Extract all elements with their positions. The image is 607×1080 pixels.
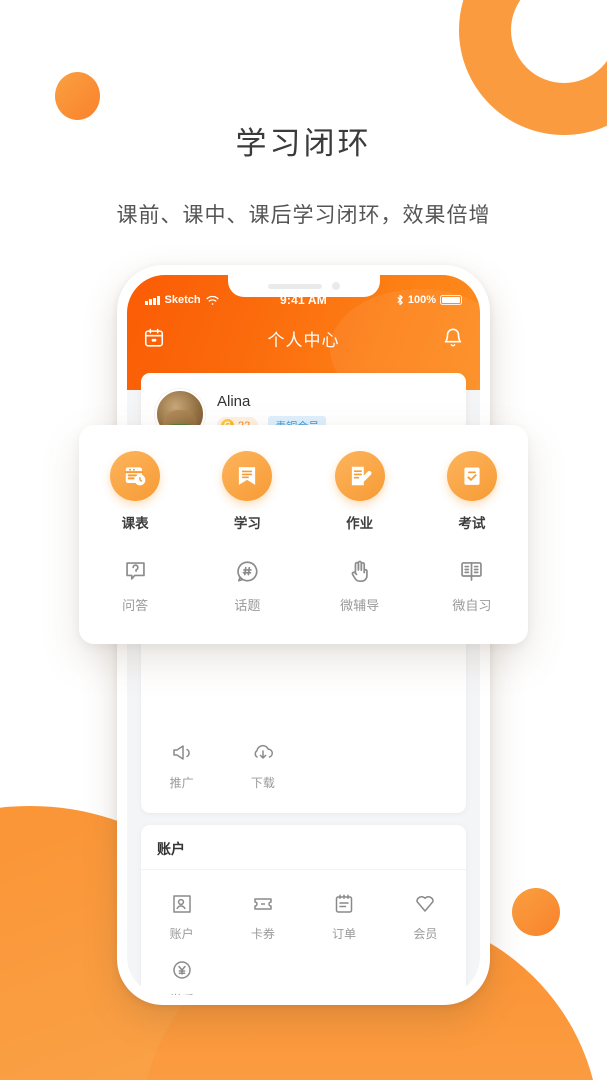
phone-notch — [227, 275, 380, 297]
grid-spacer — [385, 733, 466, 799]
feature-item-label: 课表 — [121, 516, 149, 531]
nav-bar: 个人中心 — [127, 315, 480, 361]
feature-item-label: 问答 — [122, 598, 149, 613]
user-box-icon — [172, 895, 191, 913]
ticket-icon — [254, 898, 272, 910]
feature-item-label: 微自习 — [452, 598, 492, 613]
user-name: Alina — [217, 392, 251, 410]
grid-item-orders[interactable]: 订单 — [304, 884, 385, 950]
grid-item-coupons[interactable]: 卡券 — [222, 884, 303, 950]
feature-item-label: 作业 — [346, 516, 374, 531]
battery-icon — [440, 295, 462, 305]
diamond-icon — [416, 896, 435, 912]
calendar-icon[interactable] — [143, 327, 165, 349]
feature-popup-card: 课表 学习 作业 考试 问答 话题 微辅导 微自习 — [79, 425, 528, 644]
account-panel-title: 账户 — [141, 825, 466, 870]
feature-item-study[interactable]: 学习 — [191, 451, 303, 532]
grid-item-label: 卡券 — [250, 927, 275, 941]
signal-bars-icon — [145, 295, 160, 305]
wifi-icon — [206, 295, 219, 305]
feature-item-label: 话题 — [234, 598, 261, 613]
grid-item-label: 订单 — [332, 927, 357, 941]
download-icon — [254, 744, 273, 759]
account-panel: 账户 账户 卡券 订单 会员 — [141, 825, 466, 995]
front-camera-icon — [331, 282, 340, 290]
question-bubble-icon — [125, 562, 145, 580]
feature-row-primary: 课表 学习 作业 考试 — [79, 451, 528, 532]
bell-icon[interactable] — [442, 327, 464, 349]
schedule-clock-icon — [110, 451, 161, 501]
feature-item-label: 考试 — [458, 516, 486, 531]
carrier-name: Sketch — [164, 294, 201, 306]
feature-row-secondary: 问答 话题 微辅导 微自习 — [79, 558, 528, 614]
document-pencil-icon — [334, 451, 385, 501]
page-title: 学习闭环 — [235, 126, 372, 161]
grid-spacer — [304, 733, 385, 799]
account-grid: 账户 卡券 订单 会员 — [141, 870, 466, 995]
promo-grid: 推广 下载 — [141, 723, 466, 813]
feature-item-topic[interactable]: 话题 — [191, 558, 303, 614]
page-subtitle: 课前、课中、课后学习闭环，效果倍增 — [116, 204, 491, 227]
feature-item-selfstudy[interactable]: 微自习 — [416, 558, 528, 614]
feature-item-label: 学习 — [233, 516, 261, 531]
grid-item-label: 推广 — [169, 776, 194, 790]
hash-bubble-icon — [237, 561, 258, 582]
feature-item-schedule[interactable]: 课表 — [79, 451, 191, 532]
feature-item-homework[interactable]: 作业 — [304, 451, 416, 532]
grid-item-coins[interactable]: 学币 — [141, 950, 222, 995]
grid-item-promotion[interactable]: 推广 — [141, 733, 222, 799]
grid-item-download[interactable]: 下载 — [222, 733, 303, 799]
clipboard-icon — [335, 894, 353, 913]
document-check-icon — [446, 451, 497, 501]
grid-item-label: 账户 — [169, 927, 194, 941]
feature-item-qa[interactable]: 问答 — [79, 558, 191, 614]
megaphone-icon — [172, 745, 190, 760]
grid-item-label: 学币 — [170, 991, 194, 995]
grid-item-label: 会员 — [413, 927, 438, 941]
grid-item-account[interactable]: 账户 — [141, 884, 222, 950]
speaker-grill — [267, 283, 322, 289]
bookmark-lines-icon — [222, 451, 273, 501]
yen-coin-icon — [172, 961, 191, 979]
grid-item-membership[interactable]: 会员 — [385, 884, 466, 950]
headings-block: 学习闭环 课前、课中、课后学习闭环，效果倍增 — [0, 0, 607, 229]
open-book-icon — [461, 562, 483, 581]
decorative-dot-right — [512, 888, 560, 936]
battery-percent: 100% — [407, 294, 436, 306]
bluetooth-icon — [397, 294, 403, 306]
raised-hand-icon — [351, 560, 368, 583]
feature-item-label: 微辅导 — [340, 598, 380, 613]
grid-item-label: 下载 — [250, 776, 275, 790]
feature-item-tutoring[interactable]: 微辅导 — [304, 558, 416, 614]
page-title-nav: 个人中心 — [267, 330, 340, 350]
feature-item-exam[interactable]: 考试 — [416, 451, 528, 532]
